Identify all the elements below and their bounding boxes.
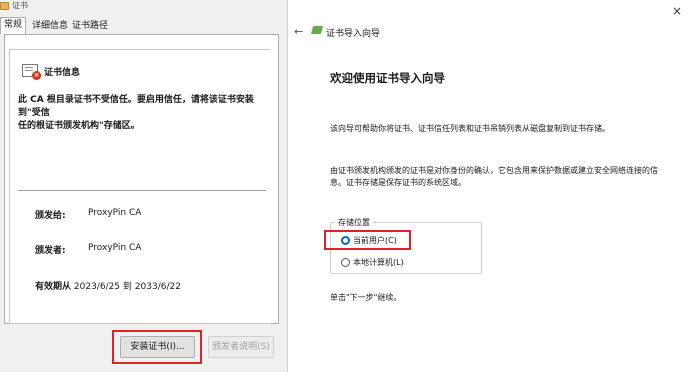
certificate-import-wizard: × ← 证书导入向导 欢迎使用证书导入向导 该向导可帮助你将证书、证书信任列表和… [287,0,690,372]
description-line-1: 由证书颁发机构颁发的证书是对你身份的确认，它包含用来保护数据或建立安全网络连接的… [330,166,658,175]
current-user-highlight [324,230,411,250]
tab-general[interactable]: 常规 [0,17,27,34]
certificate-info-title: 证书信息 [44,68,81,78]
certificate-dialog-titlebar: 证书 [0,0,290,14]
tab-details[interactable]: 详细信息 [30,19,70,33]
issuer-statement-button: 颁发者说明(S) [208,336,274,358]
wizard-intro: 该向导可帮助你将证书、证书信任列表和证书吊销列表从磁盘复制到证书存储。 [330,124,610,133]
certificate-tabs: 常规 详细信息 证书路径 [0,16,290,34]
wizard-heading: 欢迎使用证书导入向导 [330,71,445,85]
certificate-dialog-title: 证书 [12,1,28,10]
warning-line-2: 任的根证书颁发机构"存储区。 [18,121,140,131]
issued-to-value: ProxyPin CA [88,208,142,218]
validity-label: 有效期从 [35,282,72,292]
validity-to: 2033/6/22 [134,282,181,292]
divider [18,190,266,191]
install-button-highlight [112,330,202,364]
issued-to-label: 颁发给: [35,211,66,221]
wizard-title: 证书导入向导 [326,29,381,39]
continue-instruction: 单击"下一步"继续。 [330,293,402,302]
option-local-machine-label: 本地计算机(L) [353,258,404,267]
validity-to-word: 到 [122,282,132,292]
certificate-icon [0,2,9,10]
issued-by-label: 颁发者: [35,246,66,256]
issued-by-value: ProxyPin CA [88,243,142,253]
warning-line-1: 此 CA 根目录证书不受信任。要启用信任，请将该证书安装到"受信 [18,95,254,118]
wizard-icon [310,26,324,34]
untrusted-warning: 此 CA 根目录证书不受信任。要启用信任，请将该证书安装到"受信 任的根证书颁发… [18,94,268,133]
untrusted-certificate-icon: × [22,64,41,80]
radio-unselected-icon[interactable] [341,258,350,267]
validity-period: 有效期从 2023/6/25 到 2033/6/22 [35,279,181,292]
validity-from: 2023/6/25 [73,282,121,292]
store-location-label: 存储位置 [335,217,373,228]
wizard-description: 由证书颁发机构颁发的证书是对你身份的确认，它包含用来保护数据或建立安全网络连接的… [330,165,670,189]
description-line-2: 息。证书存储是保存证书的系统区域。 [330,178,466,187]
close-icon[interactable]: × [672,4,682,18]
back-arrow-icon[interactable]: ← [294,25,303,38]
certificate-dialog: 证书 常规 详细信息 证书路径 × 证书信息 此 CA 根目录证书不受信任。要启… [0,0,290,372]
tab-cert-path[interactable]: 证书路径 [70,19,110,33]
